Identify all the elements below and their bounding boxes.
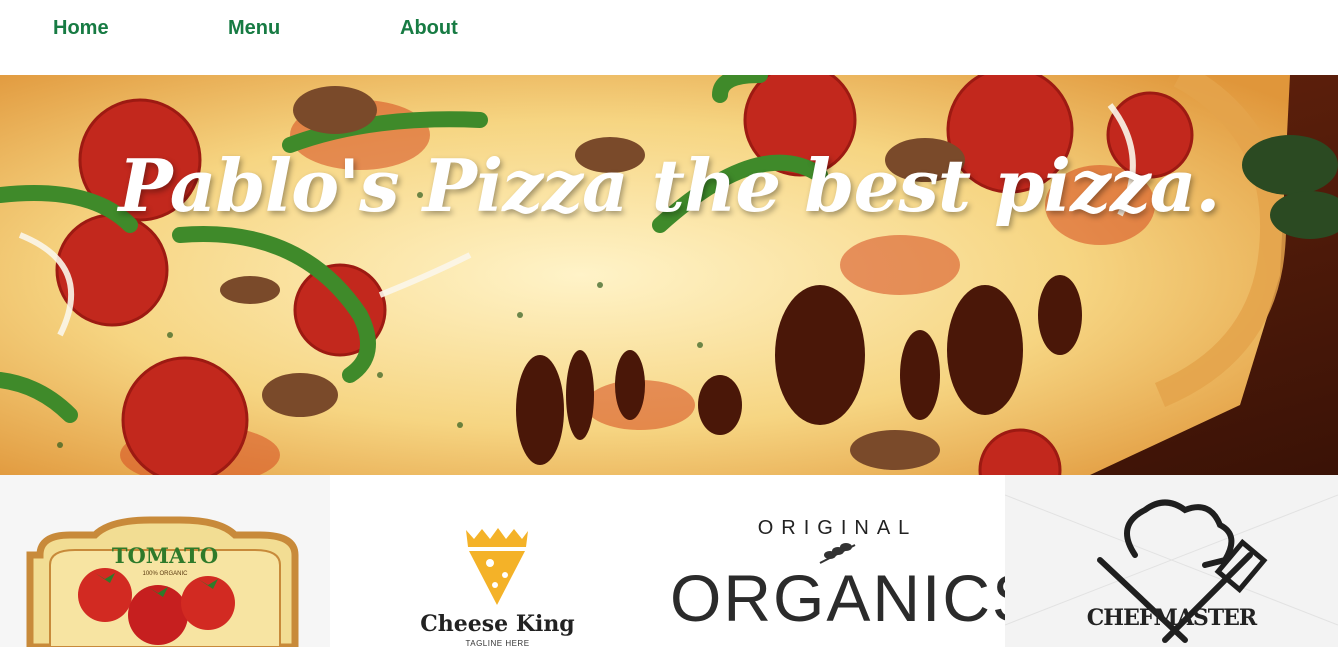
cheese-king-logo: Cheese King TAGLINE HERE (330, 475, 670, 647)
nav-home-link[interactable]: Home (53, 17, 109, 40)
nav-about-link[interactable]: About (400, 17, 458, 40)
nav-menu-link[interactable]: Menu (228, 17, 280, 40)
logo-organics-top: ORIGINAL (757, 517, 918, 539)
cheese-crown-icon (466, 528, 528, 605)
top-nav: Home Menu About (0, 0, 1338, 75)
logo-organics-name: ORGANICS (670, 561, 1005, 635)
tomato-logo: TOMATO 100% ORGANIC (0, 475, 330, 647)
partner-logos: TOMATO 100% ORGANIC Cheese King TAGLINE … (0, 475, 1338, 647)
logo-chefmaster-name: CHEFMASTER (1086, 605, 1257, 631)
hero-title: Pablo's Pizza the best pizza. (118, 143, 1221, 228)
original-organics-logo: ORIGINAL ORGANICS (670, 475, 1005, 647)
logo-cheese-king-tagline: TAGLINE HERE (465, 639, 530, 647)
hero-banner: Pablo's Pizza the best pizza. (0, 75, 1338, 475)
logo-tomato-subtitle: 100% ORGANIC (142, 571, 188, 577)
logo-cheese-king-name: Cheese King (420, 611, 575, 637)
pizza-photo (0, 75, 1338, 475)
logo-tomato-name: TOMATO (111, 543, 219, 568)
chefmaster-logo: CHEFMASTER (1005, 475, 1338, 647)
